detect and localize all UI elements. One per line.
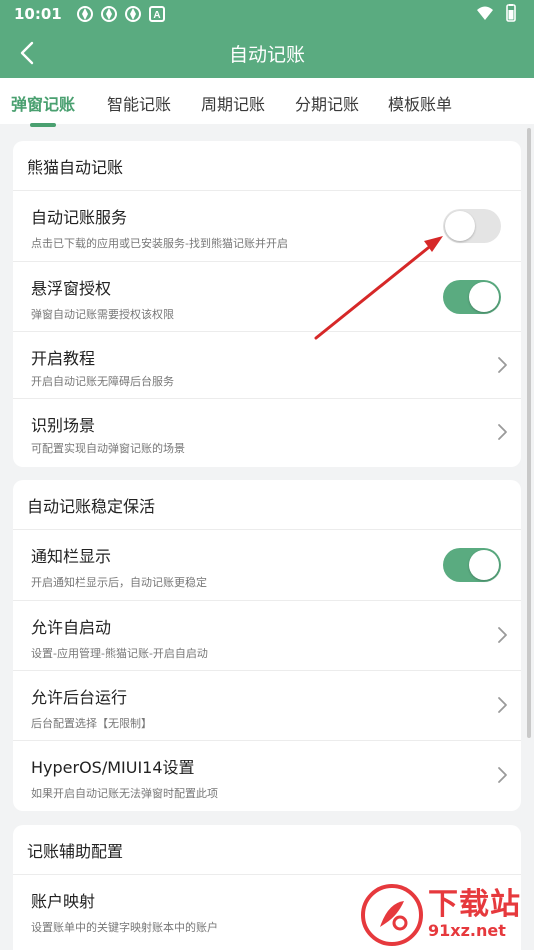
navigation-bar: 自动记账 [0,28,534,78]
row-title: 允许自启动 [31,618,112,637]
tab-template-bills[interactable]: 模板账单 [388,91,452,115]
row-subtitle: 设置账单中的关键字映射账本中的账户 [31,921,218,934]
row-allow-background-running[interactable]: 允许后台运行 后台配置选择【无限制】 [13,670,521,740]
wifi-icon [477,6,493,20]
toggle-knob [445,211,475,241]
battery-icon [506,4,516,22]
tab-popup-bookkeeping[interactable]: 弹窗记账 [11,91,75,127]
notification-bar-display-toggle[interactable] [443,548,501,582]
auto-bookkeeping-service-toggle[interactable] [443,209,501,243]
row-title: 通知栏显示 [31,547,112,566]
page-title: 自动记账 [228,43,305,66]
section-keep-alive: 自动记账稳定保活 通知栏显示 开启通知栏显示后，自动记账更稳定 允许自启动 设置… [13,480,521,811]
status-right-icons [476,4,520,22]
row-title: 账户映射 [31,892,96,911]
watermark-text: 下载站 91xz.net [428,889,521,941]
back-button[interactable] [10,36,44,70]
tab-periodic-bookkeeping[interactable]: 周期记账 [201,91,265,115]
chevron-left-icon [20,41,34,65]
tab-active-indicator [30,123,56,127]
app-notification-icon [76,6,93,22]
toggle-knob [469,550,499,580]
chevron-right-icon [498,697,507,713]
tab-smart-bookkeeping[interactable]: 智能记账 [107,91,171,115]
row-title: 悬浮窗授权 [31,279,112,298]
row-auto-bookkeeping-service[interactable]: 自动记账服务 点击已下载的应用或已安装服务-找到熊猫记账并开启 [13,191,521,261]
row-title: 自动记账服务 [31,208,128,227]
status-time: 10:01 [14,5,62,23]
chevron-right-icon [498,424,507,440]
section-header: 记账辅助配置 [13,825,521,875]
chevron-right-icon [498,357,507,373]
section-header: 熊猫自动记账 [13,141,521,191]
row-subtitle: 点击已下载的应用或已安装服务-找到熊猫记账并开启 [31,237,288,250]
app-notification-icon [100,6,117,22]
row-hyperos-miui14-settings[interactable]: HyperOS/MIUI14设置 如果开启自动记账无法弹窗时配置此项 [13,740,521,810]
app-header: 10:01 A 自动记账 [0,0,534,78]
watermark: 下载站 91xz.net [360,880,534,950]
tab-installment-bookkeeping[interactable]: 分期记账 [295,91,359,115]
row-allow-autostart[interactable]: 允许自启动 设置-应用管理-熊猫记账-开启自启动 [13,600,521,670]
watermark-title: 下载站 [428,887,521,922]
watermark-url: 91xz.net [428,921,506,940]
row-title: HyperOS/MIUI14设置 [31,758,195,777]
row-title: 开启教程 [31,349,96,368]
row-title: 识别场景 [31,416,96,435]
row-subtitle: 设置-应用管理-熊猫记账-开启自启动 [31,647,208,660]
tab-bar: 弹窗记账 智能记账 周期记账 分期记账 模板账单 [0,78,534,127]
text-notification-icon: A [148,6,165,22]
row-recognition-scenarios[interactable]: 识别场景 可配置实现自动弹窗记账的场景 [13,398,521,466]
section-header: 自动记账稳定保活 [13,480,521,530]
row-subtitle: 如果开启自动记账无法弹窗时配置此项 [31,787,218,800]
app-notification-icon [124,6,141,22]
floating-window-permission-toggle[interactable] [443,280,501,314]
row-setup-tutorial[interactable]: 开启教程 开启自动记账无障碍后台服务 [13,331,521,398]
scrollbar[interactable] [527,128,531,738]
row-subtitle: 后台配置选择【无限制】 [31,717,152,730]
row-subtitle: 开启通知栏显示后，自动记账更稳定 [31,576,207,589]
svg-text:A: A [153,10,160,21]
chevron-right-icon [498,627,507,643]
row-subtitle: 开启自动记账无障碍后台服务 [31,375,174,388]
section-panda-auto-bookkeeping: 熊猫自动记账 自动记账服务 点击已下载的应用或已安装服务-找到熊猫记账并开启 悬… [13,141,521,467]
status-notification-icons: A [76,5,166,23]
row-notification-bar-display[interactable]: 通知栏显示 开启通知栏显示后，自动记账更稳定 [13,530,521,600]
chevron-right-icon [498,767,507,783]
row-subtitle: 弹窗自动记账需要授权该权限 [31,308,174,321]
row-floating-window-permission[interactable]: 悬浮窗授权 弹窗自动记账需要授权该权限 [13,261,521,331]
row-title: 允许后台运行 [31,688,128,707]
status-bar: 10:01 A [0,0,534,28]
row-subtitle: 可配置实现自动弹窗记账的场景 [31,442,185,455]
watermark-logo-icon [361,884,423,946]
toggle-knob [469,282,499,312]
